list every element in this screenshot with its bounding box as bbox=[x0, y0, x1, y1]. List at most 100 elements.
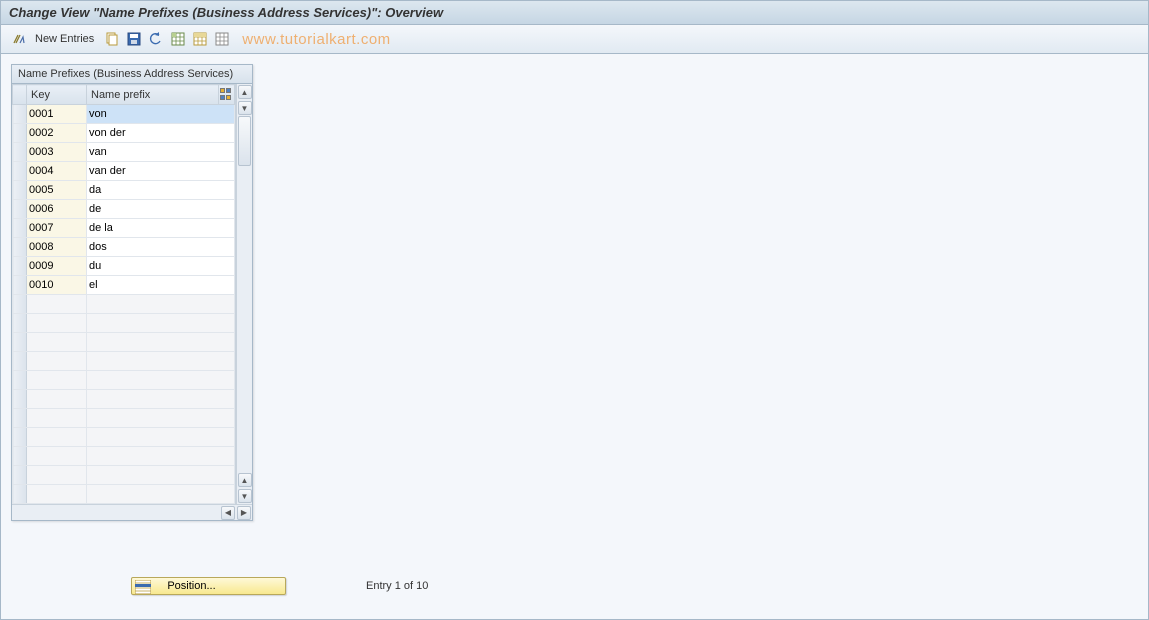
key-field[interactable] bbox=[27, 428, 86, 446]
name-prefix-field[interactable] bbox=[87, 371, 234, 389]
name-prefix-field[interactable] bbox=[87, 143, 234, 161]
table-row[interactable] bbox=[13, 371, 235, 390]
key-field[interactable] bbox=[27, 276, 86, 294]
name-prefix-field[interactable] bbox=[87, 295, 234, 313]
table-row[interactable] bbox=[13, 238, 235, 257]
row-selector[interactable] bbox=[13, 200, 27, 219]
table-row[interactable] bbox=[13, 409, 235, 428]
name-prefix-field[interactable] bbox=[87, 314, 234, 332]
key-field[interactable] bbox=[27, 314, 86, 332]
key-field[interactable] bbox=[27, 181, 86, 199]
table-row[interactable] bbox=[13, 428, 235, 447]
row-selector[interactable] bbox=[13, 238, 27, 257]
name-prefix-field[interactable] bbox=[87, 428, 234, 446]
key-field[interactable] bbox=[27, 105, 86, 123]
key-field[interactable] bbox=[27, 295, 86, 313]
deselect-all-icon[interactable] bbox=[212, 29, 232, 49]
row-selector[interactable] bbox=[13, 124, 27, 143]
key-field[interactable] bbox=[27, 485, 86, 503]
save-icon[interactable] bbox=[124, 29, 144, 49]
select-block-icon[interactable] bbox=[190, 29, 210, 49]
name-prefix-field[interactable] bbox=[87, 162, 234, 180]
scroll-up-icon[interactable]: ▲ bbox=[238, 85, 252, 99]
table-row[interactable] bbox=[13, 276, 235, 295]
table-row[interactable] bbox=[13, 162, 235, 181]
row-selector[interactable] bbox=[13, 105, 27, 124]
row-selector[interactable] bbox=[13, 219, 27, 238]
copy-icon[interactable] bbox=[102, 29, 122, 49]
row-selector[interactable] bbox=[13, 276, 27, 295]
row-selector[interactable] bbox=[13, 314, 27, 333]
column-header-key[interactable]: Key bbox=[27, 85, 87, 105]
table-row[interactable] bbox=[13, 466, 235, 485]
table-config-button[interactable] bbox=[219, 85, 235, 105]
name-prefix-field[interactable] bbox=[87, 219, 234, 237]
scroll-down-icon[interactable]: ▼ bbox=[238, 101, 252, 115]
row-selector[interactable] bbox=[13, 390, 27, 409]
key-field[interactable] bbox=[27, 162, 86, 180]
row-selector[interactable] bbox=[13, 333, 27, 352]
row-selector[interactable] bbox=[13, 295, 27, 314]
scroll-page-down-icon[interactable]: ▼ bbox=[238, 489, 252, 503]
table-row[interactable] bbox=[13, 143, 235, 162]
name-prefix-field[interactable] bbox=[87, 124, 234, 142]
row-selector[interactable] bbox=[13, 352, 27, 371]
key-field[interactable] bbox=[27, 390, 86, 408]
table-row[interactable] bbox=[13, 257, 235, 276]
key-field[interactable] bbox=[27, 352, 86, 370]
key-field[interactable] bbox=[27, 371, 86, 389]
table-row[interactable] bbox=[13, 200, 235, 219]
key-field[interactable] bbox=[27, 124, 86, 142]
name-prefix-field[interactable] bbox=[87, 238, 234, 256]
name-prefix-field[interactable] bbox=[87, 105, 234, 123]
name-prefix-field[interactable] bbox=[87, 200, 234, 218]
row-selector[interactable] bbox=[13, 181, 27, 200]
select-all-icon[interactable] bbox=[168, 29, 188, 49]
row-selector[interactable] bbox=[13, 257, 27, 276]
scroll-thumb[interactable] bbox=[238, 116, 251, 166]
row-selector[interactable] bbox=[13, 485, 27, 504]
table-row[interactable] bbox=[13, 485, 235, 504]
table-row[interactable] bbox=[13, 124, 235, 143]
name-prefix-field[interactable] bbox=[87, 352, 234, 370]
key-field[interactable] bbox=[27, 238, 86, 256]
table-row[interactable] bbox=[13, 390, 235, 409]
key-field[interactable] bbox=[27, 257, 86, 275]
new-entries-button[interactable]: New Entries bbox=[35, 33, 94, 45]
table-row[interactable] bbox=[13, 219, 235, 238]
undo-icon[interactable] bbox=[146, 29, 166, 49]
name-prefix-field[interactable] bbox=[87, 181, 234, 199]
column-header-name[interactable]: Name prefix bbox=[87, 85, 219, 105]
table-row[interactable] bbox=[13, 105, 235, 124]
name-prefix-field[interactable] bbox=[87, 409, 234, 427]
table-row[interactable] bbox=[13, 181, 235, 200]
row-selector-header[interactable] bbox=[13, 85, 27, 105]
scroll-page-up-icon[interactable]: ▲ bbox=[238, 473, 252, 487]
key-field[interactable] bbox=[27, 466, 86, 484]
name-prefix-field[interactable] bbox=[87, 257, 234, 275]
table-row[interactable] bbox=[13, 447, 235, 466]
vertical-scrollbar[interactable]: ▲ ▼ ▲ ▼ bbox=[236, 84, 252, 504]
row-selector[interactable] bbox=[13, 371, 27, 390]
table-row[interactable] bbox=[13, 295, 235, 314]
row-selector[interactable] bbox=[13, 447, 27, 466]
table-row[interactable] bbox=[13, 314, 235, 333]
name-prefix-field[interactable] bbox=[87, 466, 234, 484]
scroll-left-icon[interactable]: ◀ bbox=[221, 506, 235, 520]
row-selector[interactable] bbox=[13, 409, 27, 428]
key-field[interactable] bbox=[27, 333, 86, 351]
horizontal-scrollbar[interactable]: ◀ ▶ bbox=[12, 504, 252, 520]
key-field[interactable] bbox=[27, 200, 86, 218]
toggle-view-icon[interactable] bbox=[9, 29, 29, 49]
name-prefix-field[interactable] bbox=[87, 276, 234, 294]
name-prefix-field[interactable] bbox=[87, 390, 234, 408]
scroll-right-icon[interactable]: ▶ bbox=[237, 506, 251, 520]
position-button[interactable]: Position... bbox=[131, 577, 286, 595]
table-row[interactable] bbox=[13, 333, 235, 352]
key-field[interactable] bbox=[27, 219, 86, 237]
row-selector[interactable] bbox=[13, 143, 27, 162]
key-field[interactable] bbox=[27, 447, 86, 465]
row-selector[interactable] bbox=[13, 428, 27, 447]
name-prefix-field[interactable] bbox=[87, 447, 234, 465]
name-prefix-field[interactable] bbox=[87, 333, 234, 351]
